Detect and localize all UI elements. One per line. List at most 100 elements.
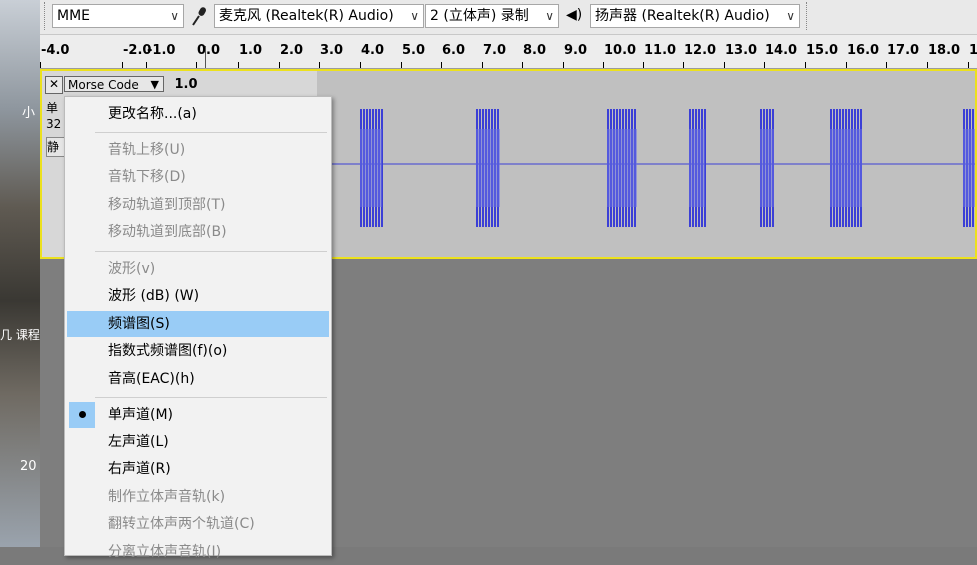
ruler-tick-mark [643,62,644,68]
menu-separator [95,251,327,252]
desktop-text: 小 [22,106,36,121]
ruler-tick-label: 8.0 [523,43,547,58]
timeline-ruler[interactable]: -4.0 -2.0 -1.0 0.0 1.0 2.0 3.0 4.0 5.0 6.0 7.0 8.0 9… [40,35,977,69]
ruler-tick-label: 11.0 [644,43,677,58]
ruler-tick-label: 13.0 [725,43,758,58]
ruler-tick-label: -4.0 [41,43,70,58]
chevron-down-icon: ∨ [410,9,419,23]
menu-separator [95,397,327,398]
ruler-tick-label: 6.0 [442,43,466,58]
ruler-tick-label: 18.0 [928,43,961,58]
menu-item[interactable]: 单声道(M) [67,402,329,428]
waveform-display[interactable] [317,71,975,257]
menu-item: 制作立体声音轨(k) [108,489,226,505]
menu-item: 音轨下移(D) [108,169,186,185]
ruler-tick-label: -1.0 [147,43,176,58]
menu-item[interactable]: 指数式频谱图(f)(o) [67,338,329,364]
menu-item: 音轨上移(U) [108,142,186,158]
waveform-rms [360,129,382,207]
recording-device-select[interactable]: 麦克风 (Realtek(R) Audio) ∨ [214,4,424,28]
ruler-tick-label: 19. [969,43,977,58]
ruler-tick-mark [805,62,806,68]
menu-item[interactable]: 左声道(L) [67,429,329,455]
menu-separator [95,132,327,133]
ruler-tick-mark [40,62,41,68]
menu-item[interactable]: 频谱图(S) [67,311,329,337]
ruler-tick-mark [238,62,239,68]
ruler-tick-mark [441,62,442,68]
waveform-rms [760,129,774,207]
track-context-menu: 更改名称...(a) 音轨上移(U) 音轨下移(D) 移动轨道到顶部(T) 移动轨道到底… [64,96,332,560]
ruler-tick-mark [724,62,725,68]
ruler-tick-mark [927,62,928,68]
track-name-menu-button[interactable]: Morse Code ▼ [64,76,164,92]
ruler-tick-label: 16.0 [847,43,880,58]
menu-item[interactable]: 更改名称...(a) [67,101,329,127]
chevron-down-icon: ∨ [786,9,795,23]
menu-item: 翻转立体声两个轨道(C) [108,516,255,532]
playback-device-select[interactable]: 扬声器 (Realtek(R) Audio) ∨ [590,4,800,28]
ruler-tick-label: 14.0 [765,43,798,58]
playhead-marker[interactable] [205,46,206,68]
ruler-tick-mark [563,62,564,68]
track-scale-label: 1.0 [174,77,198,92]
waveform-rms [689,129,705,207]
channels-value: 2 (立体声) 录制 [430,8,529,24]
ruler-tick-mark [319,62,320,68]
ruler-tick-mark [603,62,604,68]
waveform-rms [830,129,862,207]
menu-item[interactable]: 右声道(R) [67,456,329,482]
ruler-tick-label: 5.0 [402,43,426,58]
chevron-down-icon: ∨ [170,9,179,23]
menu-item: 移动轨道到底部(B) [108,224,227,240]
menu-item: 波形(v) [108,261,156,277]
host-select[interactable]: MME ∨ [52,4,184,28]
menu-item: 分离立体声音轨(I) [108,544,222,560]
ruler-tick-mark [122,62,123,68]
ruler-tick-label: 1.0 [239,43,263,58]
ruler-tick-mark [279,62,280,68]
ruler-tick-mark [196,62,197,68]
track-info-text: 单 [46,101,59,115]
channels-select[interactable]: 2 (立体声) 录制 ∨ [425,4,559,28]
waveform-rms [476,129,500,207]
ruler-tick-mark [482,62,483,68]
ruler-tick-label: 10.0 [604,43,637,58]
waveform-rms [607,129,637,207]
microphone-icon [190,5,210,31]
menu-item[interactable]: 音高(EAC)(h) [67,366,329,392]
chevron-down-icon: ∨ [545,9,554,23]
ruler-tick-label: 12.0 [684,43,717,58]
device-toolbar: MME ∨ 麦克风 (Realtek(R) Audio) ∨ 2 (立体声) 录… [40,0,977,35]
recording-device-value: 麦克风 (Realtek(R) Audio) [219,8,394,24]
close-track-button[interactable]: ✕ [45,76,63,94]
waveform-rms [963,129,975,207]
ruler-tick-mark [886,62,887,68]
speaker-icon: ◀) [566,7,583,23]
ruler-tick-label: 0.0 [197,43,221,58]
ruler-tick-label: 4.0 [361,43,385,58]
track-info-text: 32 [46,117,62,131]
ruler-tick-mark [522,62,523,68]
ruler-tick-mark [683,62,684,68]
track-name: Morse Code [68,78,139,92]
playback-device-value: 扬声器 (Realtek(R) Audio) [595,8,770,24]
desktop-text: 20 [20,459,37,474]
menu-item: 移动轨道到顶部(T) [108,197,226,213]
ruler-tick-mark [401,62,402,68]
toolbar-separator [806,2,811,30]
ruler-tick-label: 3.0 [320,43,344,58]
ruler-tick-mark [846,62,847,68]
ruler-tick-mark [360,62,361,68]
ruler-tick-label: 15.0 [806,43,839,58]
ruler-tick-mark [764,62,765,68]
menu-item[interactable]: 波形 (dB) (W) [67,283,329,309]
dropdown-arrow-icon: ▼ [150,78,159,91]
toolbar-grip[interactable] [44,2,49,30]
desktop-text: 几 课程 [0,328,40,342]
ruler-tick-label: 7.0 [483,43,507,58]
host-select-value: MME [57,8,91,24]
ruler-tick-mark [146,62,147,68]
ruler-tick-label: 17.0 [887,43,920,58]
ruler-tick-mark [968,62,969,68]
